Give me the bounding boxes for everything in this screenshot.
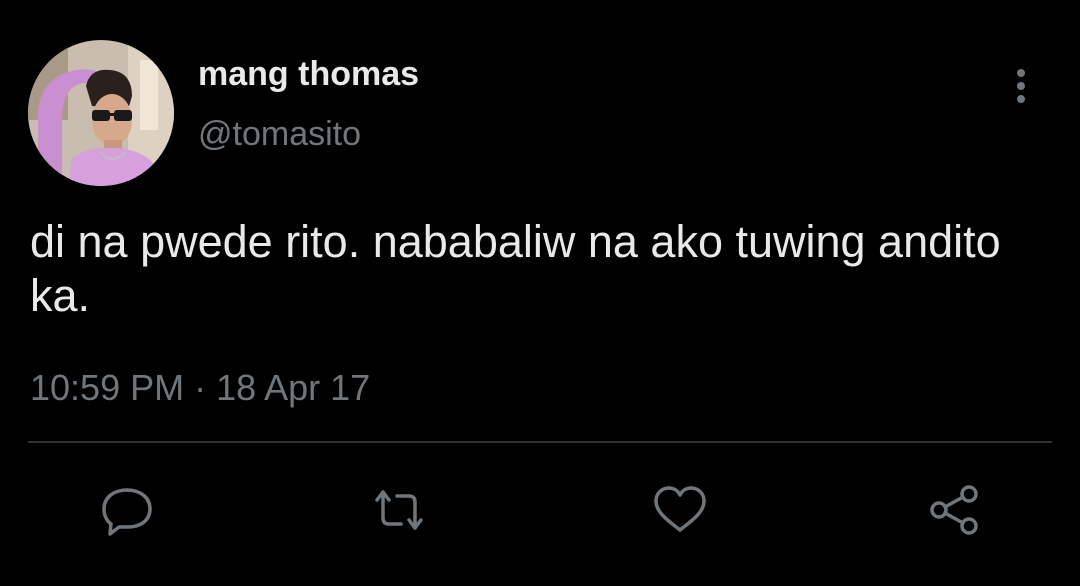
timestamp-separator: · xyxy=(194,367,207,408)
more-options-button[interactable] xyxy=(1006,66,1036,110)
tweet-date: 18 Apr 17 xyxy=(216,367,371,408)
tweet-text: di na pwede rito. nababaliw na ako tuwin… xyxy=(30,216,1001,321)
vertical-ellipsis-icon xyxy=(1017,69,1025,103)
speech-bubble-icon xyxy=(102,488,152,536)
tweet-time: 10:59 PM xyxy=(30,367,185,408)
retweet-arrows-icon xyxy=(375,490,423,530)
heart-icon xyxy=(654,486,706,532)
retweet-button[interactable] xyxy=(369,482,429,538)
avatar-photo xyxy=(28,40,174,186)
divider xyxy=(28,441,1052,443)
share-nodes-icon xyxy=(930,485,978,535)
share-button[interactable] xyxy=(925,482,985,538)
author-handle[interactable]: @tomasito xyxy=(198,114,361,154)
reply-button[interactable] xyxy=(97,482,157,538)
like-button[interactable] xyxy=(650,482,710,538)
tweet-timestamp[interactable]: 10:59 PM · 18 Apr 17 xyxy=(30,366,370,410)
tweet-detail: mang thomas @tomasito di na pwede rito. … xyxy=(0,0,1080,586)
author-display-name[interactable]: mang thomas xyxy=(198,54,419,94)
avatar[interactable] xyxy=(28,40,174,186)
